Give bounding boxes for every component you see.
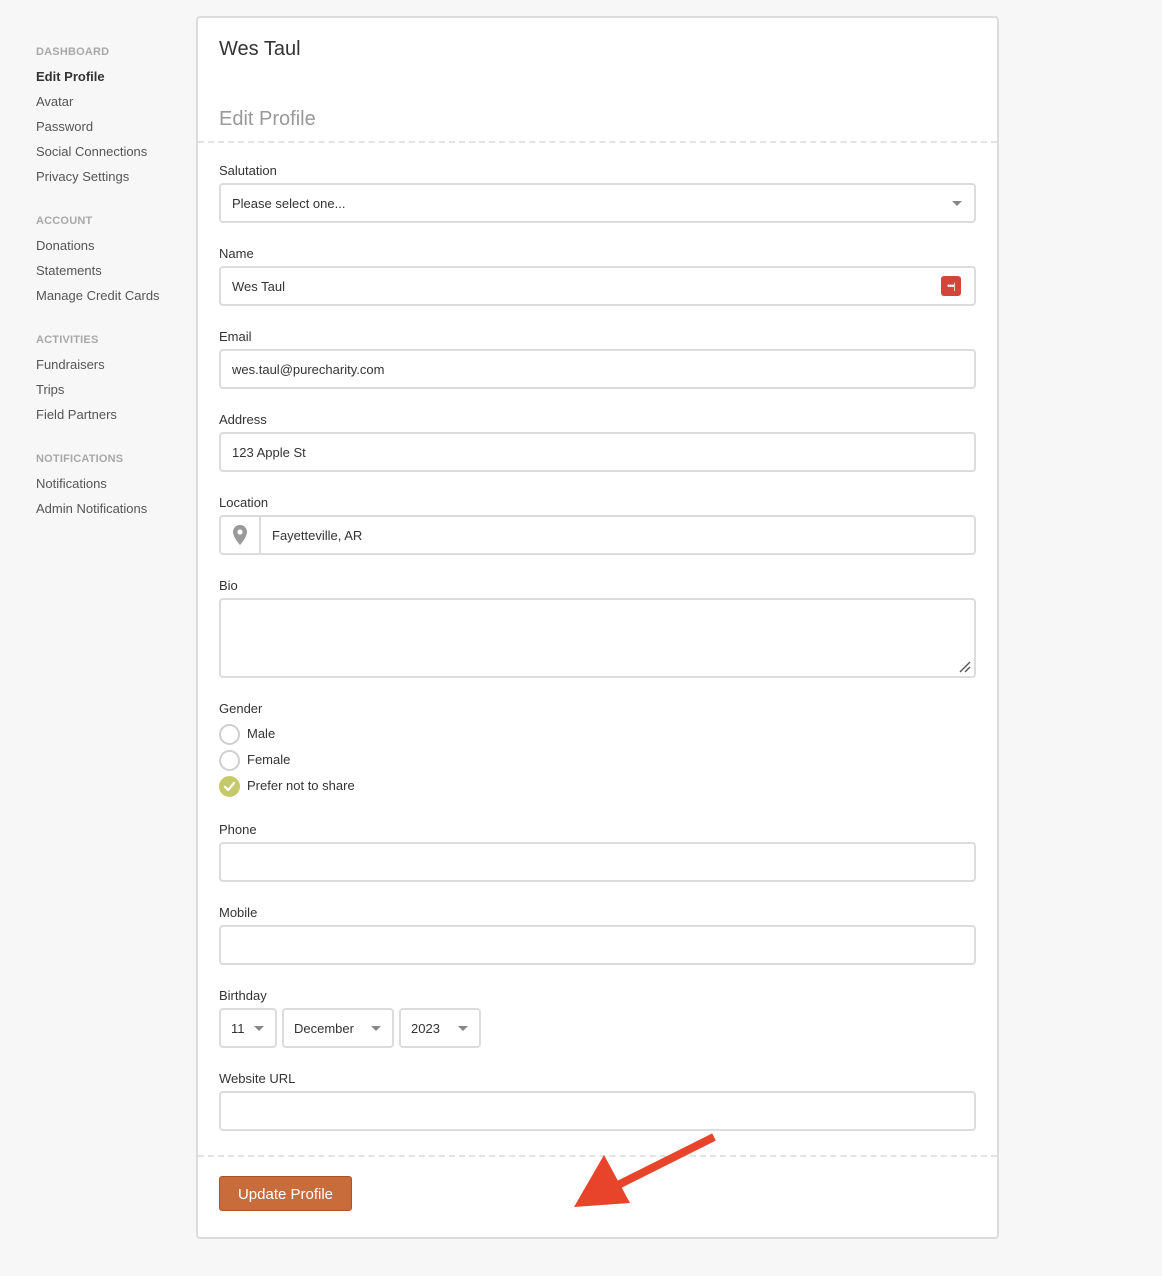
- sidebar-item-trips[interactable]: Trips: [36, 382, 186, 407]
- sidebar-item-privacy-settings[interactable]: Privacy Settings: [36, 169, 186, 194]
- sidebar-item-notifications[interactable]: Notifications: [36, 476, 186, 501]
- radio-label: Male: [247, 726, 276, 741]
- email-input[interactable]: wes.taul@purecharity.com: [219, 349, 976, 389]
- radio-label: Prefer not to share: [247, 778, 355, 793]
- location-input[interactable]: Fayetteville, AR: [219, 515, 976, 555]
- birthday-label: Birthday: [219, 988, 267, 1003]
- chevron-down-icon: [254, 1026, 264, 1031]
- sidebar-heading: ACTIVITIES: [36, 334, 99, 346]
- address-label: Address: [219, 412, 267, 427]
- sidebar-heading: ACCOUNT: [36, 215, 93, 227]
- name-label: Name: [219, 246, 254, 261]
- chevron-down-icon: [952, 201, 962, 206]
- page-title: Wes Taul: [219, 38, 301, 60]
- sidebar-group-notifications: NOTIFICATIONS Notifications Admin Notifi…: [36, 451, 186, 526]
- mobile-label: Mobile: [219, 905, 258, 920]
- sidebar-heading: DASHBOARD: [36, 46, 110, 58]
- email-label: Email: [219, 329, 252, 344]
- resize-handle-icon[interactable]: [959, 661, 971, 673]
- name-value: Wes Taul: [232, 279, 285, 294]
- sidebar-group-activities: ACTIVITIES Fundraisers Trips Field Partn…: [36, 332, 186, 432]
- gender-option-prefer-not[interactable]: Prefer not to share: [219, 776, 419, 798]
- profile-card: Wes Taul Edit Profile Salutation Please …: [196, 16, 999, 1239]
- salutation-select[interactable]: Please select one...: [219, 183, 976, 223]
- sidebar-item-statements[interactable]: Statements: [36, 263, 186, 288]
- sidebar-item-field-partners[interactable]: Field Partners: [36, 407, 186, 432]
- sidebar-item-fundraisers[interactable]: Fundraisers: [36, 357, 186, 382]
- sidebar-group-dashboard: DASHBOARD Edit Profile Avatar Password S…: [36, 44, 186, 194]
- sidebar-heading: NOTIFICATIONS: [36, 453, 124, 465]
- sidebar-item-edit-profile[interactable]: Edit Profile: [36, 69, 186, 94]
- map-pin-icon: [233, 525, 247, 545]
- birthday-year-select[interactable]: 2023: [399, 1008, 481, 1048]
- birthday-month-value: December: [294, 1021, 354, 1036]
- divider: [198, 141, 997, 143]
- birthday-day-select[interactable]: 11: [219, 1008, 277, 1048]
- salutation-label: Salutation: [219, 163, 277, 178]
- sidebar-item-admin-notifications[interactable]: Admin Notifications: [36, 501, 186, 526]
- location-icon-box: [221, 517, 261, 553]
- mobile-input[interactable]: [219, 925, 976, 965]
- website-input[interactable]: [219, 1091, 976, 1131]
- annotation-arrow: [574, 1133, 716, 1207]
- sidebar: DASHBOARD Edit Profile Avatar Password S…: [36, 44, 186, 545]
- birthday-month-select[interactable]: December: [282, 1008, 394, 1048]
- address-input[interactable]: 123 Apple St: [219, 432, 976, 472]
- sidebar-group-account: ACCOUNT Donations Statements Manage Cred…: [36, 213, 186, 313]
- gender-option-female[interactable]: Female: [219, 750, 419, 772]
- phone-input[interactable]: [219, 842, 976, 882]
- update-profile-button[interactable]: Update Profile: [219, 1176, 352, 1211]
- address-value: 123 Apple St: [232, 445, 306, 460]
- birthday-year-value: 2023: [411, 1021, 440, 1036]
- chevron-down-icon: [371, 1026, 381, 1031]
- radio-button-checked[interactable]: [219, 776, 240, 797]
- website-label: Website URL: [219, 1071, 296, 1086]
- checkmark-icon: [223, 781, 236, 792]
- birthday-day-value: 11: [231, 1021, 245, 1036]
- sidebar-item-social-connections[interactable]: Social Connections: [36, 144, 186, 169]
- section-title: Edit Profile: [219, 108, 316, 130]
- chevron-down-icon: [458, 1026, 468, 1031]
- location-value: Fayetteville, AR: [272, 528, 363, 543]
- name-input[interactable]: Wes Taul •••|: [219, 266, 976, 306]
- bio-textarea[interactable]: [219, 598, 976, 678]
- salutation-value: Please select one...: [232, 196, 346, 211]
- password-manager-icon[interactable]: •••|: [941, 276, 961, 296]
- sidebar-item-manage-credit-cards[interactable]: Manage Credit Cards: [36, 288, 186, 313]
- sidebar-item-avatar[interactable]: Avatar: [36, 94, 186, 119]
- location-label: Location: [219, 495, 269, 510]
- phone-label: Phone: [219, 822, 257, 837]
- gender-option-male[interactable]: Male: [219, 724, 419, 746]
- gender-label: Gender: [219, 701, 263, 716]
- bio-label: Bio: [219, 578, 238, 593]
- radio-label: Female: [247, 752, 291, 767]
- radio-button[interactable]: [219, 724, 240, 745]
- sidebar-item-donations[interactable]: Donations: [36, 238, 186, 263]
- radio-button[interactable]: [219, 750, 240, 771]
- email-value: wes.taul@purecharity.com: [232, 362, 385, 377]
- sidebar-item-password[interactable]: Password: [36, 119, 186, 144]
